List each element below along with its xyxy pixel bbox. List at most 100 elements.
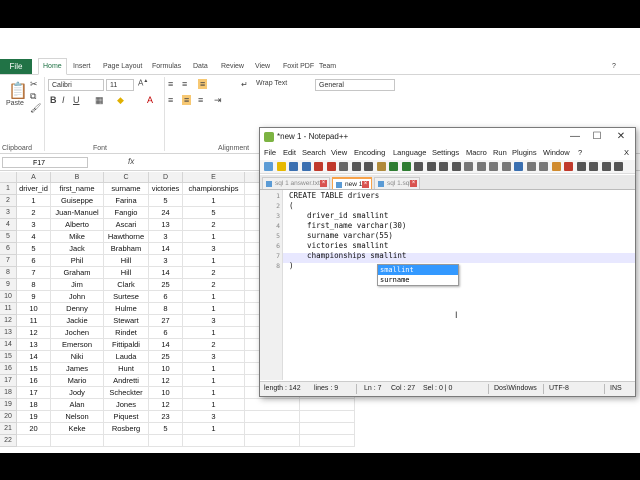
- format-painter-icon[interactable]: 🖌: [30, 103, 41, 114]
- row-header[interactable]: 12: [0, 315, 17, 327]
- table-cell[interactable]: Hunt: [104, 363, 149, 375]
- table-cell[interactable]: [245, 423, 300, 435]
- row-header[interactable]: 2: [0, 195, 17, 207]
- select-all-corner[interactable]: [0, 172, 17, 183]
- table-cell[interactable]: 1: [183, 363, 245, 375]
- row-header[interactable]: 3: [0, 207, 17, 219]
- row-header[interactable]: 13: [0, 327, 17, 339]
- table-cell[interactable]: 27: [149, 315, 183, 327]
- menu-settings[interactable]: Settings: [432, 147, 459, 159]
- table-cell[interactable]: driver_id: [17, 183, 51, 195]
- new-file-icon[interactable]: [264, 162, 273, 171]
- table-cell[interactable]: 14: [149, 267, 183, 279]
- table-cell[interactable]: 2: [183, 279, 245, 291]
- row-header[interactable]: 8: [0, 267, 17, 279]
- table-cell[interactable]: 16: [17, 375, 51, 387]
- row-header[interactable]: 4: [0, 219, 17, 231]
- row-header[interactable]: 7: [0, 255, 17, 267]
- table-cell[interactable]: 10: [17, 303, 51, 315]
- table-cell[interactable]: 1: [183, 375, 245, 387]
- table-cell[interactable]: 20: [17, 423, 51, 435]
- table-cell[interactable]: 6: [149, 327, 183, 339]
- row-header[interactable]: 15: [0, 351, 17, 363]
- stop-macro-icon[interactable]: [576, 162, 586, 171]
- table-cell[interactable]: victories: [149, 183, 183, 195]
- function-list-icon[interactable]: [539, 162, 548, 171]
- table-cell[interactable]: Hill: [104, 267, 149, 279]
- row-header[interactable]: 11: [0, 303, 17, 315]
- table-cell[interactable]: Jim: [51, 279, 104, 291]
- tab-insert[interactable]: Insert: [73, 59, 91, 74]
- table-cell[interactable]: [300, 399, 355, 411]
- table-cell[interactable]: 10: [149, 363, 183, 375]
- tab-review[interactable]: Review: [221, 59, 244, 74]
- table-cell[interactable]: Graham: [51, 267, 104, 279]
- menu-search[interactable]: Search: [302, 147, 326, 159]
- row-header[interactable]: 22: [0, 435, 17, 447]
- table-cell[interactable]: 1: [183, 291, 245, 303]
- table-cell[interactable]: Nelson: [51, 411, 104, 423]
- table-cell[interactable]: [149, 435, 183, 447]
- borders-icon[interactable]: ▦: [95, 95, 104, 106]
- table-cell[interactable]: 10: [149, 387, 183, 399]
- table-cell[interactable]: 5: [149, 195, 183, 207]
- table-cell[interactable]: 3: [183, 351, 245, 363]
- underline-icon[interactable]: U: [73, 95, 80, 105]
- table-cell[interactable]: Alan: [51, 399, 104, 411]
- save-all-icon[interactable]: [301, 162, 311, 171]
- play-macro-icon[interactable]: [589, 162, 598, 171]
- menu-edit[interactable]: Edit: [283, 147, 296, 159]
- table-cell[interactable]: 3: [149, 255, 183, 267]
- folder-workspace-icon[interactable]: [551, 162, 561, 171]
- table-cell[interactable]: 13: [17, 339, 51, 351]
- column-header[interactable]: E: [183, 172, 245, 183]
- table-cell[interactable]: 5: [17, 243, 51, 255]
- row-header[interactable]: 10: [0, 291, 17, 303]
- copy-icon[interactable]: [364, 162, 373, 171]
- cut-icon[interactable]: [351, 162, 361, 171]
- align-left-icon[interactable]: ≡: [168, 95, 173, 105]
- close-document-icon[interactable]: X: [624, 147, 629, 159]
- table-cell[interactable]: Jack: [51, 243, 104, 255]
- grow-font-icon[interactable]: A▲: [138, 78, 148, 88]
- table-cell[interactable]: 5: [183, 207, 245, 219]
- open-file-icon[interactable]: [276, 162, 286, 171]
- column-header[interactable]: C: [104, 172, 149, 183]
- table-cell[interactable]: Jochen: [51, 327, 104, 339]
- paste-icon[interactable]: [376, 162, 386, 171]
- table-cell[interactable]: 12: [149, 399, 183, 411]
- table-cell[interactable]: 14: [149, 339, 183, 351]
- save-icon[interactable]: [289, 162, 298, 171]
- row-header[interactable]: 1: [0, 183, 17, 195]
- table-cell[interactable]: 9: [17, 291, 51, 303]
- tab-foxit-pdf[interactable]: Foxit PDF: [283, 59, 314, 74]
- table-cell[interactable]: 23: [149, 411, 183, 423]
- table-cell[interactable]: Hawthorne: [104, 231, 149, 243]
- table-cell[interactable]: 2: [183, 339, 245, 351]
- table-cell[interactable]: Fangio: [104, 207, 149, 219]
- tab-sql-answer[interactable]: sql 1 answer.txt ×: [262, 177, 330, 189]
- table-cell[interactable]: 4: [17, 231, 51, 243]
- row-header[interactable]: 17: [0, 375, 17, 387]
- row-header[interactable]: 9: [0, 279, 17, 291]
- row-header[interactable]: 21: [0, 423, 17, 435]
- find-icon[interactable]: [414, 162, 423, 171]
- table-cell[interactable]: 12: [149, 375, 183, 387]
- align-bottom-icon[interactable]: ≡: [198, 79, 208, 89]
- table-cell[interactable]: 14: [17, 351, 51, 363]
- font-color-icon[interactable]: A: [147, 95, 153, 105]
- table-cell[interactable]: 2: [183, 219, 245, 231]
- table-cell[interactable]: Clark: [104, 279, 149, 291]
- tab-home[interactable]: Home: [38, 58, 67, 75]
- word-wrap-icon[interactable]: [489, 162, 498, 171]
- table-cell[interactable]: 2: [17, 207, 51, 219]
- tab-close-icon[interactable]: ×: [320, 180, 327, 187]
- doc-map-icon[interactable]: [526, 162, 536, 171]
- table-cell[interactable]: championships: [183, 183, 245, 195]
- menu-help[interactable]: ?: [578, 147, 582, 159]
- table-cell[interactable]: first_name: [51, 183, 104, 195]
- menu-run[interactable]: Run: [493, 147, 507, 159]
- table-cell[interactable]: 1: [183, 195, 245, 207]
- table-cell[interactable]: 1: [183, 231, 245, 243]
- column-header[interactable]: D: [149, 172, 183, 183]
